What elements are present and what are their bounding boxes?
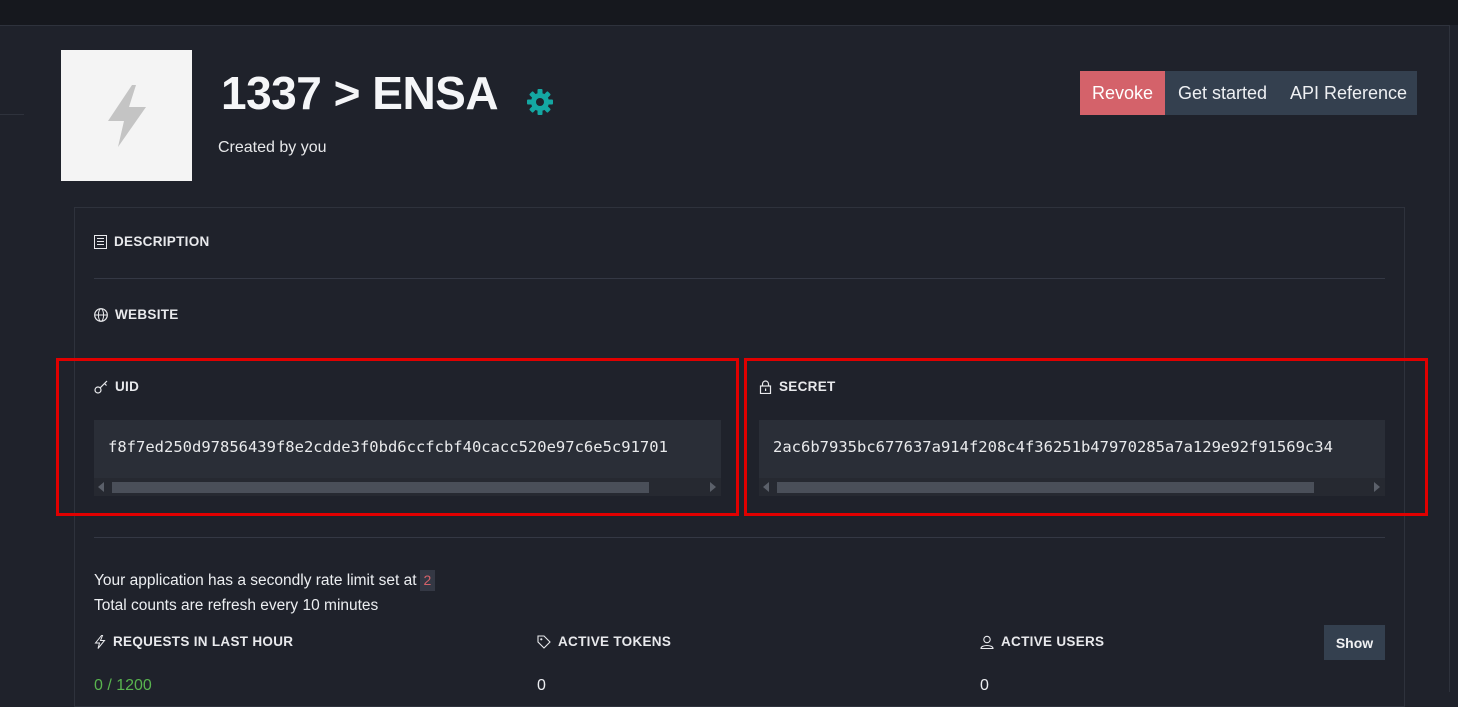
secret-scroll-thumb[interactable] xyxy=(777,482,1314,493)
lightning-icon xyxy=(94,634,106,649)
scroll-right-icon[interactable] xyxy=(1374,482,1380,492)
top-bar xyxy=(0,0,1458,25)
requests-label: REQUESTS IN LAST HOUR xyxy=(113,634,294,649)
tokens-label: ACTIVE TOKENS xyxy=(558,634,672,649)
description-section: DESCRIPTION xyxy=(94,234,210,249)
show-button[interactable]: Show xyxy=(1324,625,1385,660)
user-icon xyxy=(980,635,994,649)
key-icon xyxy=(94,380,108,394)
divider xyxy=(94,278,1385,279)
users-value: 0 xyxy=(980,677,989,694)
gear-icon[interactable] xyxy=(526,88,554,116)
sidebar-divider xyxy=(0,114,24,115)
users-stat-header: ACTIVE USERS xyxy=(980,634,1104,649)
requests-value: 0 / 1200 xyxy=(94,677,152,694)
app-logo xyxy=(61,50,192,181)
uid-label: UID xyxy=(115,379,140,394)
rate-limit-badge: 2 xyxy=(419,570,436,591)
rate-limit-info: Your application has a secondly rate lim… xyxy=(94,568,436,618)
refresh-note: Total counts are refresh every 10 minute… xyxy=(94,597,379,614)
rate-limit-text: Your application has a secondly rate lim… xyxy=(94,572,417,589)
revoke-button[interactable]: Revoke xyxy=(1080,71,1165,115)
tokens-value: 0 xyxy=(537,677,546,694)
uid-section: UID xyxy=(94,379,139,394)
tag-icon xyxy=(537,634,551,649)
requests-stat-header: REQUESTS IN LAST HOUR xyxy=(94,634,293,649)
lock-icon xyxy=(759,379,772,394)
scroll-left-icon[interactable] xyxy=(98,482,104,492)
app-title: 1337 > ENSA xyxy=(221,67,499,119)
action-buttons: Revoke Get started API Reference xyxy=(1080,71,1417,115)
users-label: ACTIVE USERS xyxy=(1001,634,1105,649)
secret-value: 2ac6b7935bc677637a914f208c4f36251b479702… xyxy=(773,438,1333,456)
globe-icon xyxy=(94,307,108,322)
uid-value: f8f7ed250d97856439f8e2cdde3f0bd6ccfcbf40… xyxy=(108,438,668,456)
website-section: WEBSITE xyxy=(94,307,179,322)
api-reference-button[interactable]: API Reference xyxy=(1280,71,1417,115)
uid-field[interactable]: f8f7ed250d97856439f8e2cdde3f0bd6ccfcbf40… xyxy=(94,420,721,496)
created-by-label: Created by you xyxy=(218,139,327,156)
secret-section: SECRET xyxy=(759,379,836,394)
lightning-icon xyxy=(107,84,146,147)
uid-scrollbar[interactable] xyxy=(94,478,721,496)
document-icon xyxy=(94,234,107,249)
secret-scrollbar[interactable] xyxy=(759,478,1385,496)
description-label: DESCRIPTION xyxy=(114,234,210,249)
uid-scroll-thumb[interactable] xyxy=(112,482,649,493)
get-started-button[interactable]: Get started xyxy=(1165,71,1280,115)
secret-label: SECRET xyxy=(779,379,836,394)
secret-field[interactable]: 2ac6b7935bc677637a914f208c4f36251b479702… xyxy=(759,420,1385,496)
rate-limit-line: Your application has a secondly rate lim… xyxy=(94,568,436,593)
scroll-left-icon[interactable] xyxy=(763,482,769,492)
tokens-stat-header: ACTIVE TOKENS xyxy=(537,634,671,649)
scroll-right-icon[interactable] xyxy=(710,482,716,492)
website-label: WEBSITE xyxy=(115,307,179,322)
divider xyxy=(94,537,1385,538)
